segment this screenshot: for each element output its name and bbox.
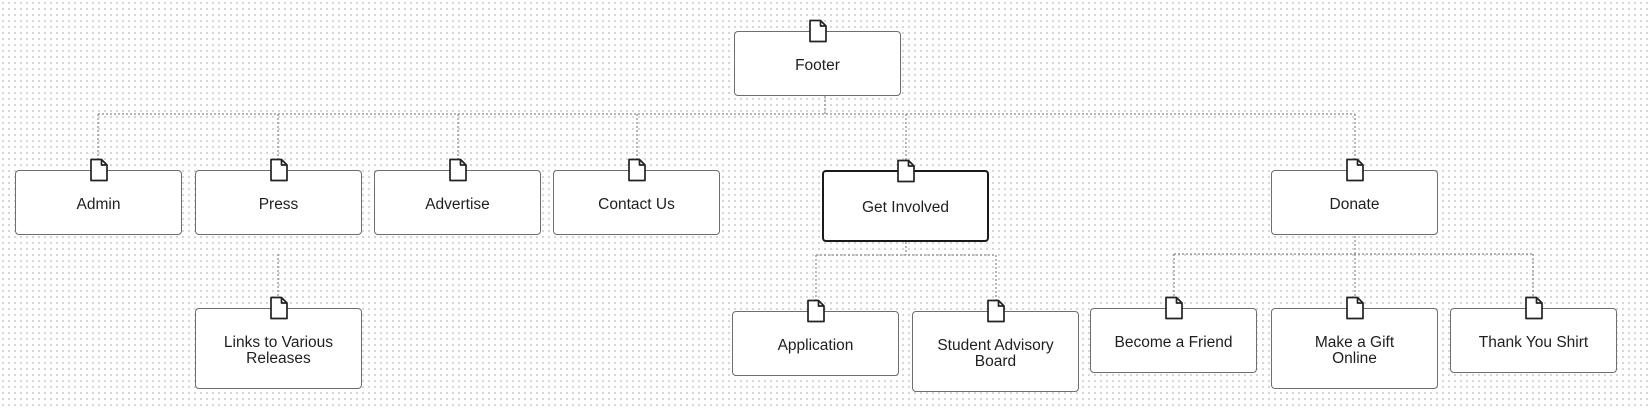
node-label: Thank You Shirt [1478, 333, 1589, 351]
node-label: Admin [76, 195, 121, 213]
node-donate[interactable]: Donate [1271, 158, 1438, 235]
document-icon [986, 299, 1006, 323]
document-icon [808, 19, 828, 43]
node-admin[interactable]: Admin [15, 158, 182, 235]
document-icon [448, 158, 468, 182]
document-icon [1164, 296, 1184, 320]
node-label: Press [258, 195, 299, 213]
node-label: Make a Gift Online [1314, 333, 1395, 367]
node-label: Footer [795, 56, 840, 74]
node-links-to-various-releases[interactable]: Links to Various Releases [195, 296, 362, 389]
node-application[interactable]: Application [732, 299, 899, 376]
node-label: Student Advisory Board [937, 336, 1054, 370]
document-icon [1345, 296, 1365, 320]
document-icon [1524, 296, 1544, 320]
node-press[interactable]: Press [195, 158, 362, 235]
node-student-advisory-board[interactable]: Student Advisory Board [912, 299, 1079, 392]
node-make-a-gift-online[interactable]: Make a Gift Online [1271, 296, 1438, 389]
node-footer[interactable]: Footer [734, 19, 901, 96]
document-icon [269, 158, 289, 182]
node-label: Contact Us [598, 195, 675, 213]
node-label: Get Involved [861, 199, 950, 216]
node-label: Advertise [425, 195, 490, 213]
connector-donate-to-children [1173, 236, 1534, 300]
document-icon [89, 158, 109, 182]
node-label: Application [777, 336, 854, 354]
node-thank-you-shirt[interactable]: Thank You Shirt [1450, 296, 1617, 373]
connector-get-involved-to-children [815, 242, 997, 301]
node-label: Links to Various Releases [223, 333, 334, 367]
sitemap-canvas: Footer Admin Press Advertise Contact Us … [0, 0, 1650, 410]
node-label: Donate [1329, 195, 1380, 213]
node-contact-us[interactable]: Contact Us [553, 158, 720, 235]
node-get-involved[interactable]: Get Involved [822, 159, 989, 242]
document-icon [1345, 158, 1365, 182]
document-icon [627, 158, 647, 182]
node-advertise[interactable]: Advertise [374, 158, 541, 235]
document-icon [896, 159, 916, 183]
node-label: Become a Friend [1114, 333, 1233, 351]
node-become-a-friend[interactable]: Become a Friend [1090, 296, 1257, 373]
document-icon [806, 299, 826, 323]
document-icon [269, 296, 289, 320]
